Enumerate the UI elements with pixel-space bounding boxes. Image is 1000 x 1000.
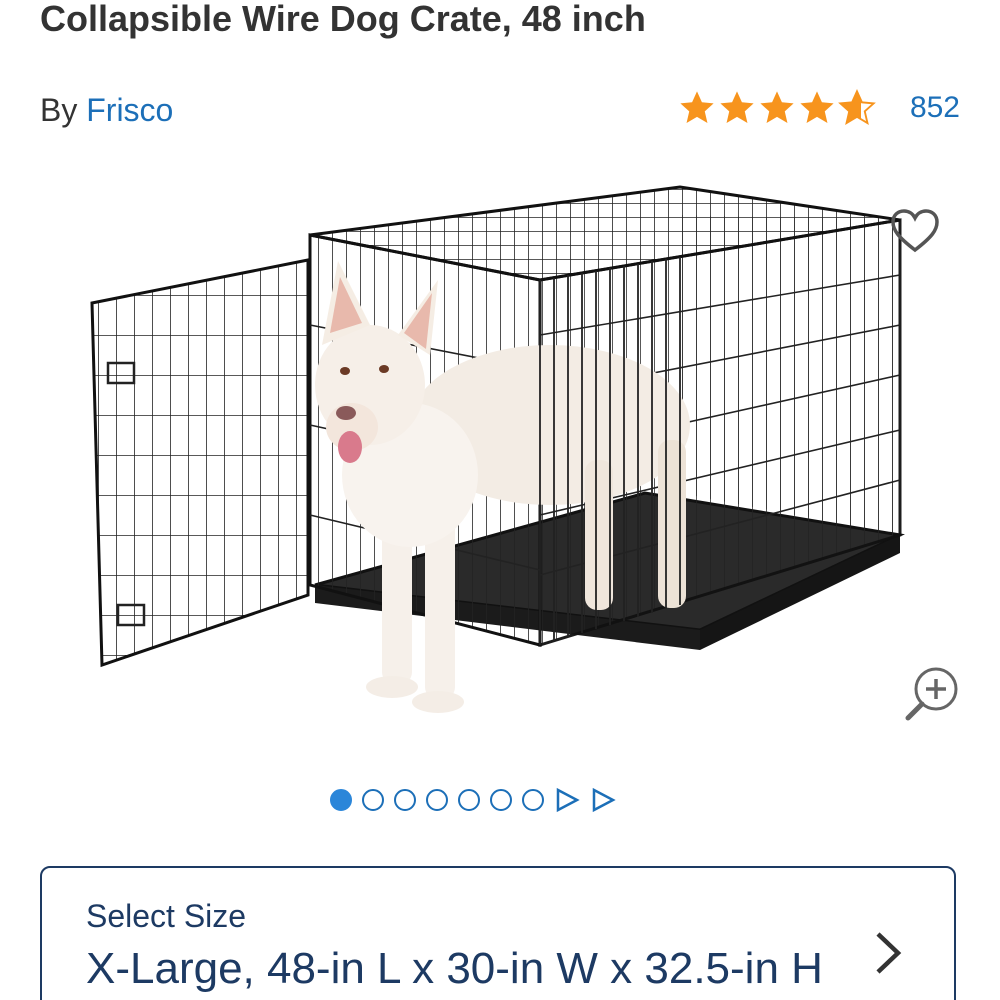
star-full-icon <box>680 91 714 124</box>
size-selector-label: Select Size <box>86 898 247 934</box>
brand-byline: By Frisco <box>40 90 173 130</box>
carousel-next-arrow-icon[interactable] <box>554 787 580 813</box>
size-selector[interactable]: Select Size X-Large, 48-in L x 30-in W x… <box>40 866 956 1000</box>
chevron-right-icon <box>876 932 902 974</box>
star-half-icon <box>838 89 876 125</box>
review-count-link[interactable]: 852 <box>910 91 960 125</box>
carousel-dot[interactable] <box>394 789 416 811</box>
by-prefix: By <box>40 92 78 128</box>
product-title: Collapsible Wire Dog Crate, 48 inch <box>40 0 646 39</box>
carousel-dot[interactable] <box>426 789 448 811</box>
brand-link[interactable]: Frisco <box>86 92 173 128</box>
carousel-dot[interactable] <box>490 789 512 811</box>
star-full-icon <box>720 91 754 124</box>
carousel-dot[interactable] <box>458 789 480 811</box>
star-rating <box>678 89 876 127</box>
product-image[interactable] <box>80 175 920 735</box>
carousel-dot-active[interactable] <box>330 789 352 811</box>
zoom-in-icon[interactable] <box>900 662 966 728</box>
heart-outline-icon[interactable] <box>888 206 942 256</box>
carousel-dot[interactable] <box>362 789 384 811</box>
product-page: Collapsible Wire Dog Crate, 48 inch By F… <box>0 0 1000 1000</box>
star-full-icon <box>760 91 794 124</box>
star-full-icon <box>800 91 834 124</box>
carousel-next-arrow-icon[interactable] <box>590 787 616 813</box>
rating-summary[interactable]: 852 <box>678 86 960 130</box>
size-selector-value: X-Large, 48-in L x 30-in W x 32.5-in H <box>86 944 823 993</box>
carousel-dot[interactable] <box>522 789 544 811</box>
image-carousel-indicators <box>330 784 616 816</box>
